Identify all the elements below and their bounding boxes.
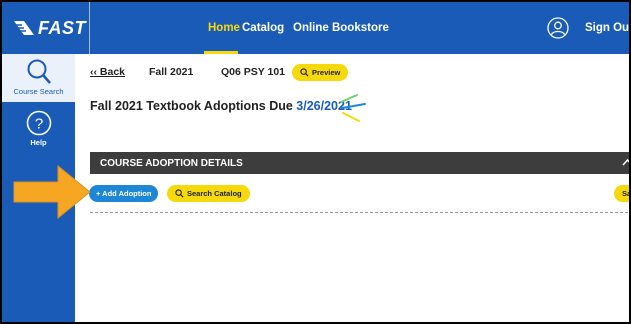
add-adoption-button[interactable]: + Add Adoption (89, 185, 159, 202)
section-title: COURSE ADOPTION DETAILS (100, 157, 243, 169)
nav-home[interactable]: Home (208, 2, 240, 54)
sidebar-item-label: Help (30, 138, 47, 147)
top-navigation: FAST Home Catalog Online Bookstore Sign … (2, 2, 629, 54)
divider (90, 212, 629, 213)
save-button-partial[interactable]: Sa (614, 185, 631, 202)
page-title: Fall 2021 Textbook Adoptions Due 3/26/20… (90, 99, 352, 113)
app-window: FAST Home Catalog Online Bookstore Sign … (0, 0, 631, 324)
logo-text: FAST (38, 17, 87, 38)
term-label: Fall 2021 (149, 66, 194, 78)
fast-logo[interactable]: FAST (2, 2, 90, 54)
course-label: Q06 PSY 101 (221, 66, 286, 78)
preview-label: Preview (312, 68, 341, 77)
search-icon (175, 189, 184, 198)
sparkle-decoration-icon (340, 94, 366, 122)
back-link[interactable]: ‹‹ Back (90, 66, 125, 78)
sidebar-item-label: Course Search (13, 87, 64, 96)
search-catalog-button[interactable]: Search Catalog (167, 185, 250, 202)
add-adoption-label: + Add Adoption (96, 189, 152, 198)
active-tab-indicator (204, 51, 238, 54)
svg-text:?: ? (34, 116, 42, 133)
preview-button[interactable]: Preview (292, 64, 349, 81)
sidebar-item-course-search[interactable]: Course Search (2, 54, 75, 102)
search-catalog-label: Search Catalog (187, 189, 242, 198)
chevron-up-icon[interactable] (622, 158, 631, 167)
search-icon (27, 59, 51, 84)
title-prefix: Fall 2021 Textbook Adoptions Due (90, 99, 297, 113)
logo-mark-icon (14, 21, 34, 35)
nav-online-bookstore[interactable]: Online Bookstore (293, 2, 389, 54)
user-account-icon[interactable] (547, 17, 569, 39)
arrow-pointer-annotation (13, 164, 91, 220)
section-header[interactable]: COURSE ADOPTION DETAILS (90, 152, 629, 174)
save-label-partial: Sa (622, 189, 631, 198)
search-icon (300, 68, 309, 77)
sign-out-link[interactable]: Sign Out (585, 2, 629, 54)
help-icon: ? (26, 110, 51, 136)
sidebar-item-help[interactable]: ? Help (2, 110, 75, 154)
nav-catalog[interactable]: Catalog (242, 2, 284, 54)
